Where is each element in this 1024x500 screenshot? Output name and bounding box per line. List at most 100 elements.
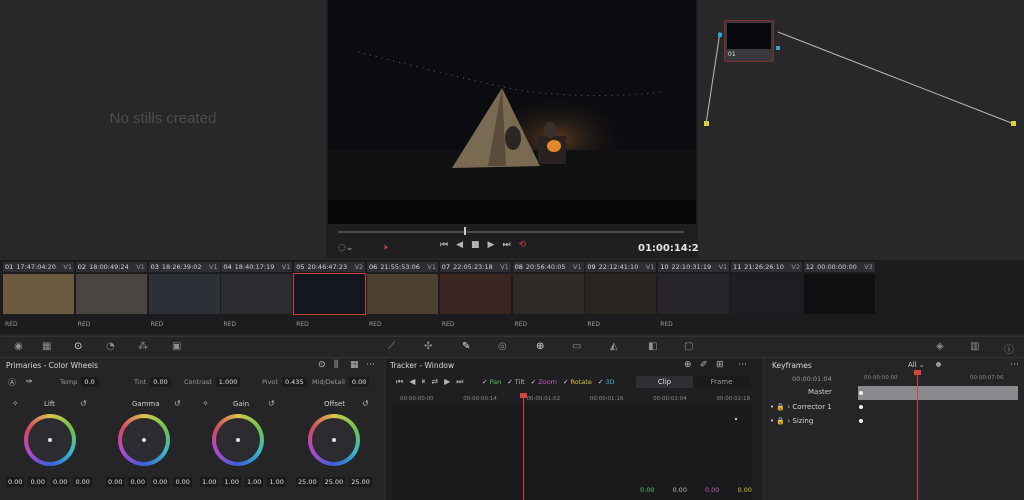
gain-reset-icon[interactable]: ↺ — [268, 399, 275, 408]
magic-mask-icon[interactable]: ▭ — [572, 341, 581, 352]
clip-thumbnail[interactable]: 09 22:12:41:10 V1 RED — [585, 262, 657, 332]
go-to-start-icon[interactable]: ⏮ — [440, 240, 448, 250]
param-value[interactable]: 0.00 — [150, 377, 171, 387]
clip-thumbnail[interactable]: 06 21:55:53:06 V1 RED — [367, 262, 438, 332]
eyedropper-icon[interactable]: ✑ — [26, 377, 33, 386]
value-g[interactable]: 0.00 — [50, 477, 70, 487]
value-y[interactable]: 0.00 — [106, 477, 125, 487]
more-options-icon[interactable]: ⋯ — [366, 360, 375, 370]
qualifier-icon[interactable]: ✎ — [462, 341, 470, 352]
keyframes-playhead-handle[interactable] — [914, 370, 921, 375]
kf-row-sizing[interactable]: • 🔒 › Sizing — [770, 417, 813, 425]
lift-picker-icon[interactable]: ✧ — [12, 399, 19, 408]
track-forward-icon[interactable]: ▶ — [444, 377, 450, 387]
value-r[interactable]: 0.00 — [128, 477, 147, 487]
tracker-icon[interactable]: ⊕ — [536, 341, 544, 352]
node-01[interactable]: 01 — [724, 20, 774, 62]
clip-thumbnail[interactable]: 01 17:47:04:20 V1 RED — [3, 262, 74, 332]
play-reverse-icon[interactable]: ◀ — [456, 240, 463, 250]
tracker-playhead-handle[interactable] — [520, 393, 527, 398]
value-g[interactable]: 0.00 — [150, 477, 170, 487]
toggle-3d[interactable]: ✓ 3D — [598, 378, 615, 386]
keyframes-playhead[interactable] — [917, 372, 918, 500]
node-input-dot[interactable] — [718, 33, 722, 37]
tab-clip[interactable]: Clip — [636, 376, 693, 388]
value-b[interactable]: 0.00 — [73, 477, 92, 487]
param-tint[interactable]: Tint 0.00 — [134, 377, 171, 387]
tracker-options-icon[interactable]: ⋯ — [738, 360, 747, 370]
keyframe-dot-icon[interactable] — [936, 362, 941, 367]
keyframe-point[interactable] — [859, 419, 863, 423]
camera-raw-icon[interactable]: ◉ — [14, 341, 23, 352]
value-b[interactable]: 25.00 — [349, 477, 372, 487]
master-keyframe-track[interactable] — [858, 386, 1018, 400]
key-icon[interactable]: ◧ — [648, 341, 657, 352]
sizing-icon[interactable]: ▢ — [684, 341, 693, 352]
tab-frame[interactable]: Frame — [693, 376, 750, 388]
value-g[interactable]: 25.00 — [322, 477, 346, 487]
param-value[interactable]: 1.000 — [215, 377, 241, 387]
keyframe-point[interactable] — [859, 391, 863, 395]
param-value[interactable]: 0.435 — [281, 377, 307, 387]
keyframes-filter[interactable]: All ⌄ — [908, 361, 925, 369]
lift-reset-icon[interactable]: ↺ — [80, 399, 87, 408]
param-contrast[interactable]: Contrast 1.000 — [184, 377, 241, 387]
param-mid-detail[interactable]: Mid/Detail 0.00 — [312, 377, 370, 387]
value-r[interactable]: 0.00 — [28, 477, 47, 487]
mute-icon[interactable]: 🕨 — [382, 243, 388, 253]
clip-thumbnail[interactable]: 07 22:05:23:18 V1 RED — [439, 262, 511, 332]
color-wheels-icon[interactable]: ⊙ — [74, 341, 82, 352]
keyframe-point[interactable] — [859, 405, 863, 409]
warper-icon[interactable]: ✣ — [424, 341, 432, 352]
clip-thumbnail[interactable]: 03 18:26:39:02 V1 RED — [148, 262, 220, 332]
motion-effects-icon[interactable]: ▣ — [172, 341, 181, 352]
3d-icon[interactable]: ◈ — [936, 341, 944, 352]
toggle-pan[interactable]: ✓ Pan — [482, 378, 501, 386]
rgb-mixer-icon[interactable]: ⁂ — [138, 341, 148, 352]
offset-reset-icon[interactable]: ↺ — [362, 399, 369, 408]
tracker-window-icon[interactable]: ⊕ — [684, 360, 692, 370]
track-backward-step-icon[interactable]: ⏮ — [396, 377, 403, 387]
clip-thumbnail[interactable]: 04 18:40:17:19 V1 RED — [221, 262, 293, 332]
clip-thumbnail[interactable]: 08 20:56:40:05 V1 RED — [512, 262, 584, 332]
track-swap-icon[interactable]: ⇄ — [431, 377, 438, 387]
info-icon[interactable]: ⓘ — [1004, 341, 1014, 356]
play-icon[interactable]: ▶ — [488, 240, 495, 250]
wheel-mode-icon[interactable]: ⊙ — [318, 360, 326, 370]
value-g[interactable]: 1.00 — [244, 477, 264, 487]
curves-icon[interactable]: ⟋ — [388, 341, 395, 352]
bars-icon[interactable]: ⫼ — [334, 360, 338, 370]
window-icon[interactable]: ◎ — [498, 341, 507, 352]
blur-icon[interactable]: ◭ — [610, 341, 618, 352]
keyframes-options-icon[interactable]: ⋯ — [1010, 360, 1019, 370]
lift-wheel[interactable] — [24, 414, 76, 466]
value-b[interactable]: 0.00 — [173, 477, 192, 487]
scopes-icon[interactable]: ▥ — [970, 341, 979, 352]
scrubber-handle[interactable] — [464, 227, 466, 235]
tracker-mode-icon[interactable]: ⊞ — [716, 360, 724, 370]
toggle-rotate[interactable]: ✓ Rotate — [563, 378, 592, 386]
param-temp[interactable]: Temp 0.0 — [60, 377, 100, 387]
fx-icon[interactable]: ✐ — [700, 360, 708, 370]
value-y[interactable]: 1.00 — [200, 477, 219, 487]
param-pivot[interactable]: Pivot 0.435 — [262, 377, 307, 387]
log-icon[interactable]: ▦ — [350, 360, 359, 370]
value-b[interactable]: 1.00 — [267, 477, 286, 487]
value-r[interactable]: 25.00 — [296, 477, 319, 487]
gamma-reset-icon[interactable]: ↺ — [174, 399, 181, 408]
clip-thumbnail[interactable]: 12 00:00:00:00 V3 — [803, 262, 875, 332]
node-output-dot[interactable] — [776, 46, 780, 50]
hdr-icon[interactable]: ◔ — [106, 341, 115, 352]
color-match-icon[interactable]: ▦ — [42, 341, 51, 352]
toggle-tilt[interactable]: ✓ Tilt — [507, 378, 524, 386]
video-frame[interactable] — [328, 0, 696, 224]
value-r[interactable]: 1.00 — [222, 477, 241, 487]
go-to-end-icon[interactable]: ⏭ — [502, 240, 510, 250]
loop-icon[interactable]: ⟲ — [519, 240, 527, 250]
toggle-zoom[interactable]: ✓ Zoom — [531, 378, 557, 386]
kf-row-master[interactable]: Master — [808, 388, 832, 396]
param-value[interactable]: 0.0 — [81, 377, 100, 387]
clip-thumbnail[interactable]: 11 21:26:26:10 V2 — [731, 262, 802, 332]
gain-picker-icon[interactable]: ✧ — [202, 399, 209, 408]
param-value[interactable]: 0.00 — [348, 377, 370, 387]
